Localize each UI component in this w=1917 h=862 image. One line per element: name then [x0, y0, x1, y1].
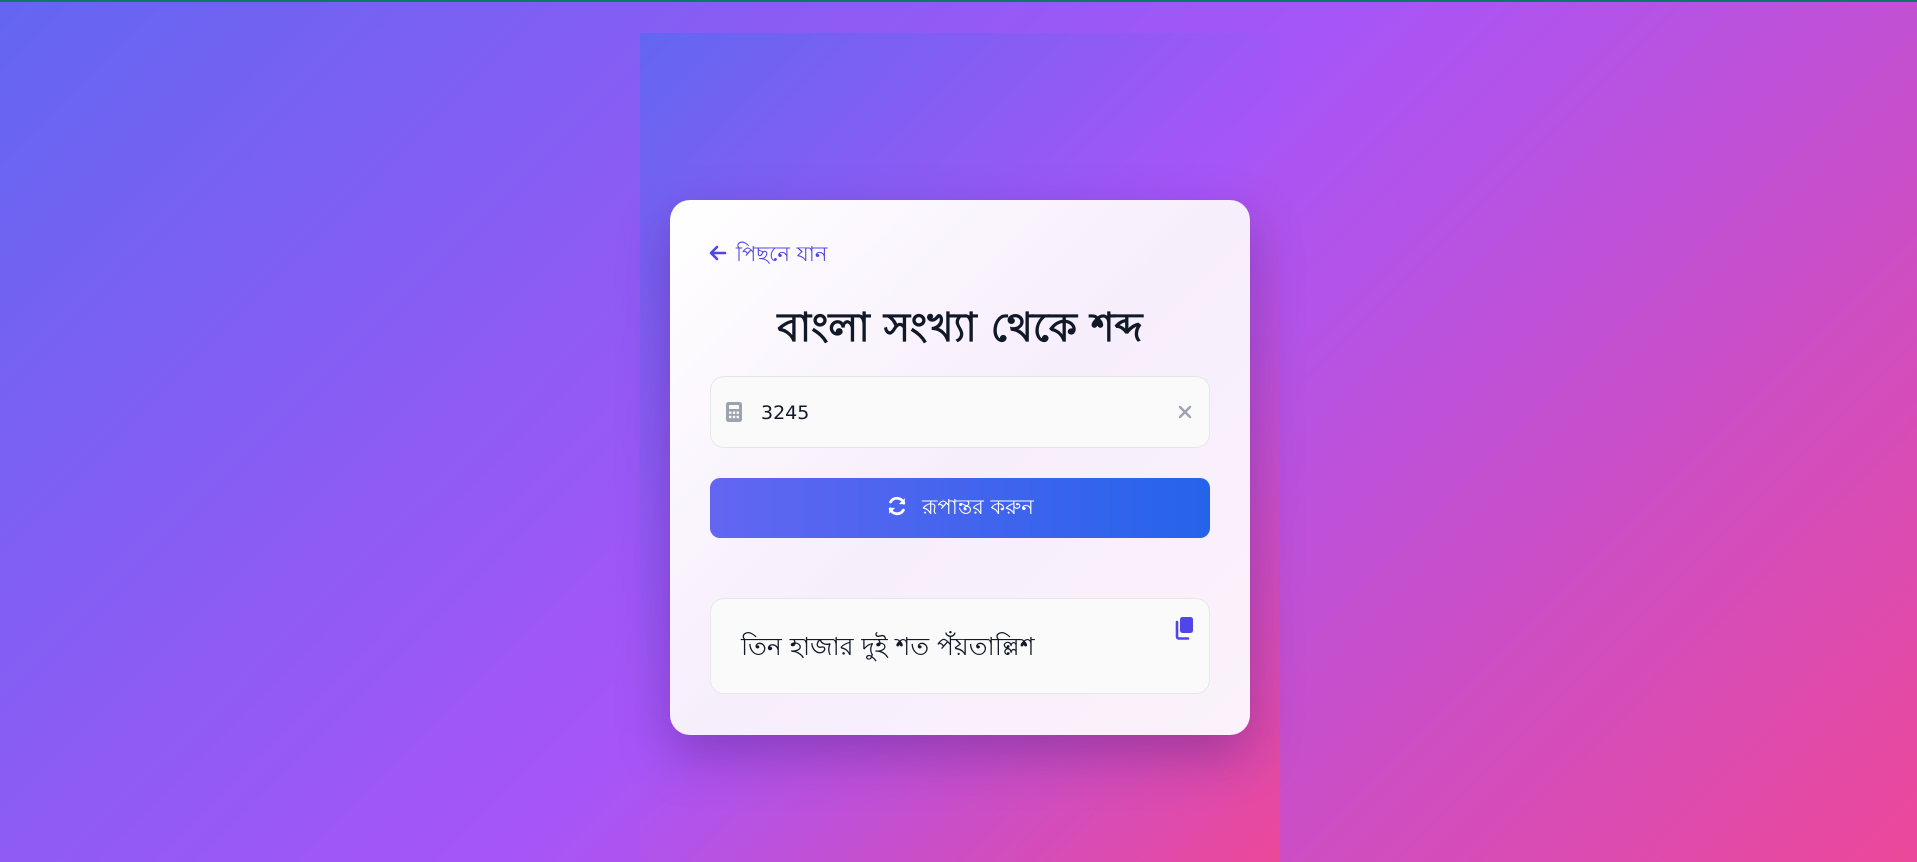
converter-card: পিছনে যান বাংলা সংখ্যা থেকে শব্দ 3245 রূ… [670, 200, 1250, 735]
result-text: তিন হাজার দুই শত পঁয়তাল্লিশ [741, 632, 1035, 661]
refresh-icon [886, 495, 908, 522]
back-link[interactable]: পিছনে যান [708, 240, 827, 270]
back-link-label: পিছনে যান [736, 241, 828, 266]
top-accent-line [0, 0, 1917, 2]
copy-button[interactable] [1171, 617, 1197, 643]
arrow-left-icon [708, 243, 728, 268]
page-title: বাংলা সংখ্যা থেকে শব্দ [777, 304, 1143, 351]
number-input-box [710, 376, 1210, 448]
clear-button[interactable] [1173, 401, 1197, 425]
convert-button-label: রূপান্তর করুন [922, 494, 1034, 519]
convert-button[interactable]: রূপান্তর করুন [710, 478, 1210, 538]
calculator-icon [725, 401, 743, 423]
number-input[interactable] [761, 395, 1161, 431]
close-icon [1178, 404, 1192, 423]
result-box: তিন হাজার দুই শত পঁয়তাল্লিশ [710, 598, 1210, 694]
copy-icon [1173, 616, 1195, 644]
